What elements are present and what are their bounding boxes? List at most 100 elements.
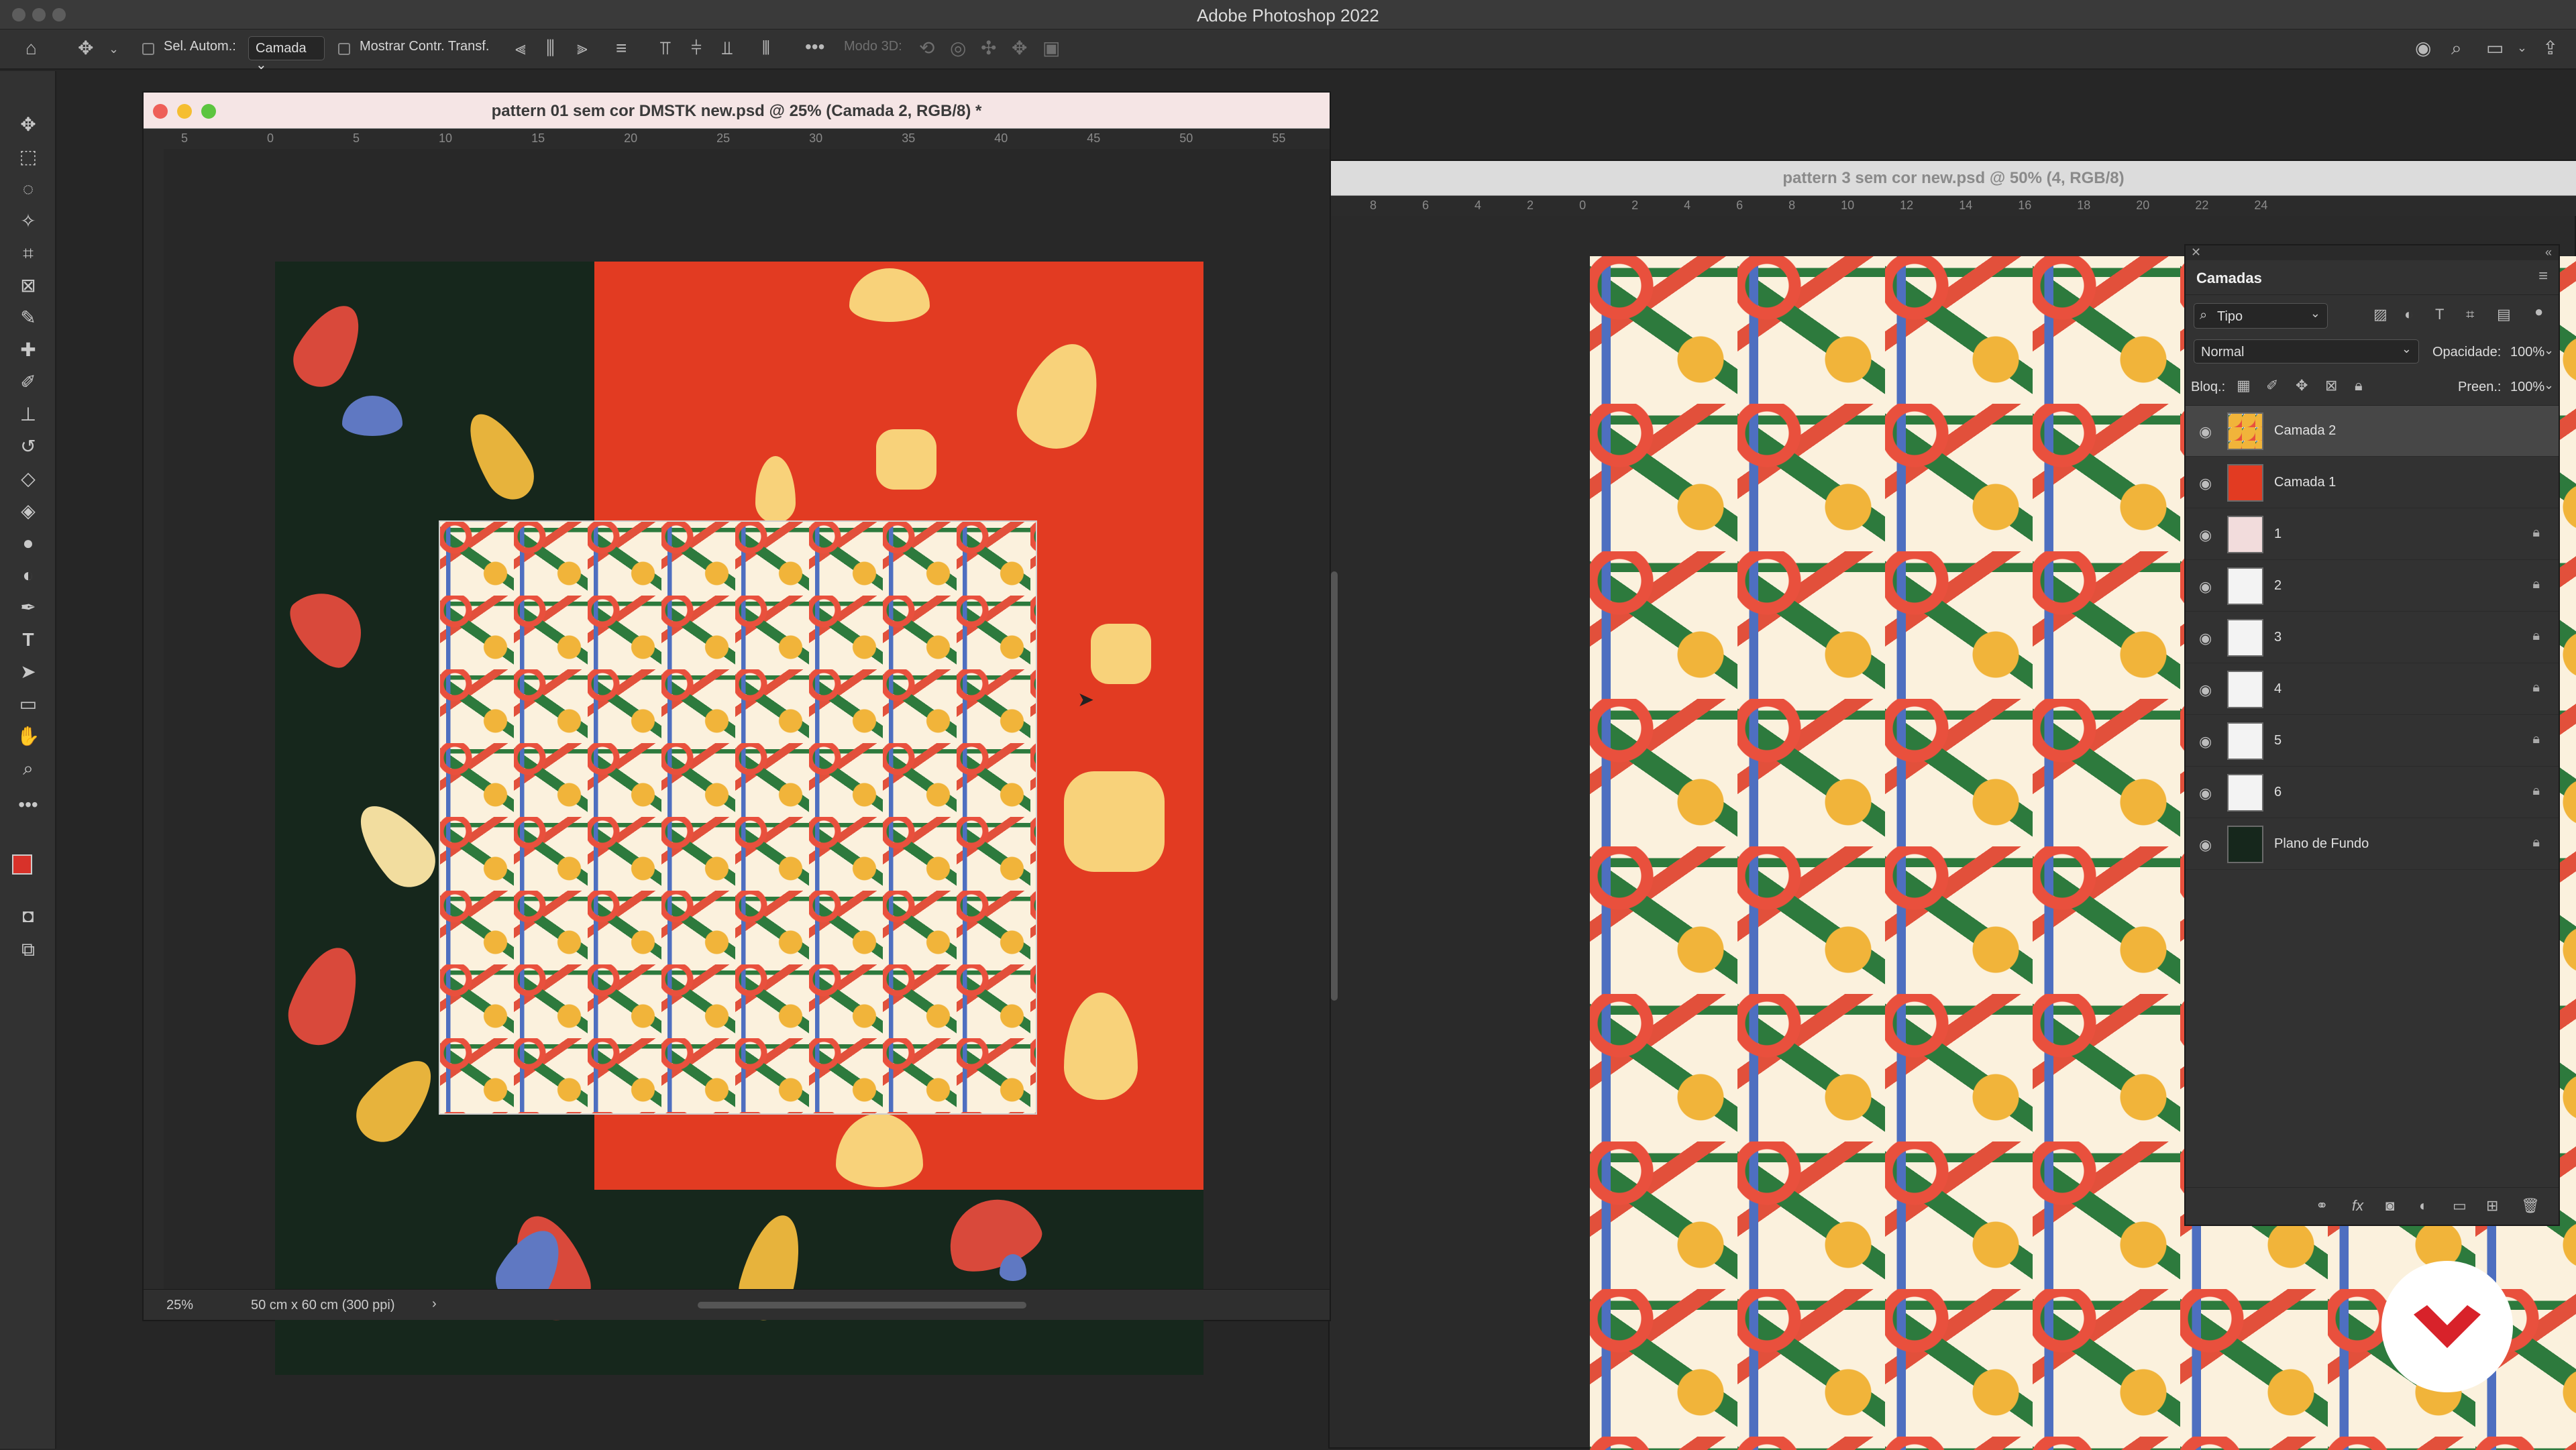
screen-mode-icon[interactable]: ⧉ xyxy=(15,936,42,963)
auto-select-checkbox[interactable] xyxy=(142,43,154,55)
pen-tool-icon[interactable]: ✒ xyxy=(15,594,42,621)
document-1-title-bar[interactable]: pattern 01 sem cor DMSTK new.psd @ 25% (… xyxy=(144,93,1330,129)
foreground-color-swatch[interactable] xyxy=(12,854,32,875)
align-center-icon[interactable]: ⫼ xyxy=(546,39,555,58)
brush-tool-icon[interactable]: ✐ xyxy=(15,369,42,396)
eraser-tool-icon[interactable]: ◇ xyxy=(15,465,42,492)
delete-layer-icon[interactable]: 🗑︎ xyxy=(2521,1197,2540,1215)
layer-row-5[interactable]: ◉ 5 🔒︎ xyxy=(2186,716,2559,767)
chevron-down-icon[interactable]: ⌄ xyxy=(109,43,119,55)
document-window-1[interactable]: pattern 01 sem cor DMSTK new.psd @ 25% (… xyxy=(142,91,1338,1375)
zoom-level[interactable]: 25% xyxy=(166,1298,193,1313)
layer-row-3[interactable]: ◉ 3 🔒︎ xyxy=(2186,612,2559,663)
lock-all-icon[interactable]: 🔒︎ xyxy=(2355,377,2363,394)
history-brush-icon[interactable]: ↺ xyxy=(15,433,42,460)
workspace-icon[interactable]: ▭ xyxy=(2486,39,2504,58)
align-top-icon[interactable]: ⫪ xyxy=(660,39,671,58)
visibility-eye-icon[interactable]: ◉ xyxy=(2199,733,2212,750)
visibility-eye-icon[interactable]: ◉ xyxy=(2199,526,2212,544)
layer-row-4[interactable]: ◉ 4 🔒︎ xyxy=(2186,664,2559,715)
align-bottom-icon[interactable]: ⫫ xyxy=(722,39,733,58)
filter-shape-icon[interactable]: ⌗ xyxy=(2466,306,2474,323)
opacity-value[interactable]: 100% xyxy=(2510,345,2544,360)
dodge-tool-icon[interactable]: ◐ xyxy=(15,562,42,589)
vertical-scrollbar[interactable] xyxy=(1331,571,1338,1001)
distribute-icon[interactable]: ≡ xyxy=(616,39,627,58)
magic-wand-tool-icon[interactable]: ✧ xyxy=(15,208,42,235)
zoom-tool-icon[interactable]: ⌕ xyxy=(15,755,42,782)
move-tool-icon[interactable]: ✥ xyxy=(78,39,93,58)
visibility-eye-icon[interactable]: ◉ xyxy=(2199,785,2212,802)
collapse-panel-icon[interactable]: « xyxy=(2545,245,2552,260)
align-right-icon[interactable]: ⫸ xyxy=(577,39,588,58)
marquee-tool-icon[interactable]: ⬚ xyxy=(15,144,42,170)
quick-mask-icon[interactable]: ◘ xyxy=(15,903,42,930)
layer-row-camada-1[interactable]: ◉ Camada 1 xyxy=(2186,457,2559,508)
visibility-eye-icon[interactable]: ◉ xyxy=(2199,578,2212,596)
new-group-icon[interactable]: ▭ xyxy=(2453,1197,2467,1215)
show-transform-checkbox[interactable] xyxy=(338,43,350,55)
panel-menu-icon[interactable]: ≡ xyxy=(2538,267,2548,286)
layer-row-background[interactable]: ◉ Plano de Fundo 🔒︎ xyxy=(2186,819,2559,870)
chevron-down-icon[interactable]: ⌄ xyxy=(2544,343,2554,357)
layer-row-1[interactable]: ◉ 1 🔒︎ xyxy=(2186,509,2559,560)
filter-toggle-icon[interactable]: ● xyxy=(2534,303,2543,321)
eyedropper-tool-icon[interactable]: ✎ xyxy=(15,304,42,331)
add-mask-icon[interactable]: ◙ xyxy=(2385,1197,2394,1215)
healing-tool-icon[interactable]: ✚ xyxy=(15,337,42,364)
search-icon[interactable]: ⌕ xyxy=(2451,39,2462,58)
canvas-floral-background[interactable] xyxy=(275,262,1203,1375)
horizontal-scrollbar[interactable] xyxy=(698,1302,1026,1308)
layer-row-2[interactable]: ◉ 2 🔒︎ xyxy=(2186,561,2559,612)
home-icon[interactable]: ⌂ xyxy=(25,39,37,58)
layer-row-6[interactable]: ◉ 6 🔒︎ xyxy=(2186,767,2559,818)
chevron-down-icon[interactable]: ⌄ xyxy=(2544,378,2554,392)
filter-adjustment-icon[interactable]: ◐ xyxy=(2404,306,2413,323)
visibility-eye-icon[interactable]: ◉ xyxy=(2199,630,2212,647)
filter-pixel-icon[interactable]: ▨ xyxy=(2373,306,2387,323)
tab-layers[interactable]: Camadas xyxy=(2196,270,2262,287)
share-icon[interactable]: ⇪ xyxy=(2542,39,2558,58)
distribute-spacing-icon[interactable]: ⫴ xyxy=(762,39,770,58)
type-tool-icon[interactable]: T xyxy=(15,626,42,653)
align-left-icon[interactable]: ⫷ xyxy=(515,39,526,58)
layer-2-geometric-pattern[interactable] xyxy=(439,520,1037,1115)
blur-tool-icon[interactable]: ● xyxy=(15,530,42,557)
link-layers-icon[interactable]: ⚭ xyxy=(2316,1197,2328,1215)
account-icon[interactable]: ◉ xyxy=(2415,39,2431,58)
layer-row-camada-2[interactable]: ◉ Camada 2 xyxy=(2186,406,2559,457)
document-2-title-bar[interactable]: pattern 3 sem cor new.psd @ 50% (4, RGB/… xyxy=(1330,161,2576,196)
crop-tool-icon[interactable]: ⌗ xyxy=(15,240,42,267)
align-middle-icon[interactable]: ⫩ xyxy=(691,39,702,58)
visibility-eye-icon[interactable]: ◉ xyxy=(2199,681,2212,699)
lock-image-icon[interactable]: ✐ xyxy=(2266,377,2278,394)
chevron-right-icon[interactable]: › xyxy=(432,1296,437,1312)
lock-position-icon[interactable]: ✥ xyxy=(2296,377,2308,394)
visibility-eye-icon[interactable]: ◉ xyxy=(2199,836,2212,854)
layer-filter-dropdown[interactable]: ⌕ Tipo ⌄ xyxy=(2194,303,2328,329)
more-options-icon[interactable]: ••• xyxy=(805,38,824,56)
document-1-pasteboard[interactable]: ➤ xyxy=(164,149,1338,1375)
auto-select-dropdown[interactable]: Camada ⌄ xyxy=(248,36,325,72)
paint-bucket-icon[interactable]: ◈ xyxy=(15,498,42,524)
adjustment-layer-icon[interactable]: ◐ xyxy=(2419,1197,2428,1215)
chevron-down-icon[interactable]: ⌄ xyxy=(2517,42,2527,54)
filter-type-icon[interactable]: T xyxy=(2435,306,2444,323)
filter-smart-object-icon[interactable]: ▤ xyxy=(2497,306,2511,323)
visibility-eye-icon[interactable]: ◉ xyxy=(2199,423,2212,441)
path-select-icon[interactable]: ➤ xyxy=(15,659,42,685)
blend-mode-dropdown[interactable]: Normal ⌄ xyxy=(2194,339,2419,364)
rectangle-tool-icon[interactable]: ▭ xyxy=(15,691,42,718)
hand-tool-icon[interactable]: ✋ xyxy=(15,723,42,750)
frame-tool-icon[interactable]: ⊠ xyxy=(15,272,42,299)
fx-icon[interactable]: fx xyxy=(2352,1197,2363,1215)
move-tool-icon[interactable]: ✥ xyxy=(15,111,42,138)
more-tools-icon[interactable]: ••• xyxy=(15,791,42,818)
lasso-tool-icon[interactable]: ◌ xyxy=(15,176,42,203)
close-panel-icon[interactable]: ✕ xyxy=(2191,245,2201,260)
new-layer-icon[interactable]: ⊞ xyxy=(2486,1197,2498,1215)
fill-value[interactable]: 100% xyxy=(2510,380,2544,395)
visibility-eye-icon[interactable]: ◉ xyxy=(2199,475,2212,492)
stamp-tool-icon[interactable]: ⊥ xyxy=(15,401,42,428)
lock-transparent-icon[interactable]: ▦ xyxy=(2237,377,2251,394)
